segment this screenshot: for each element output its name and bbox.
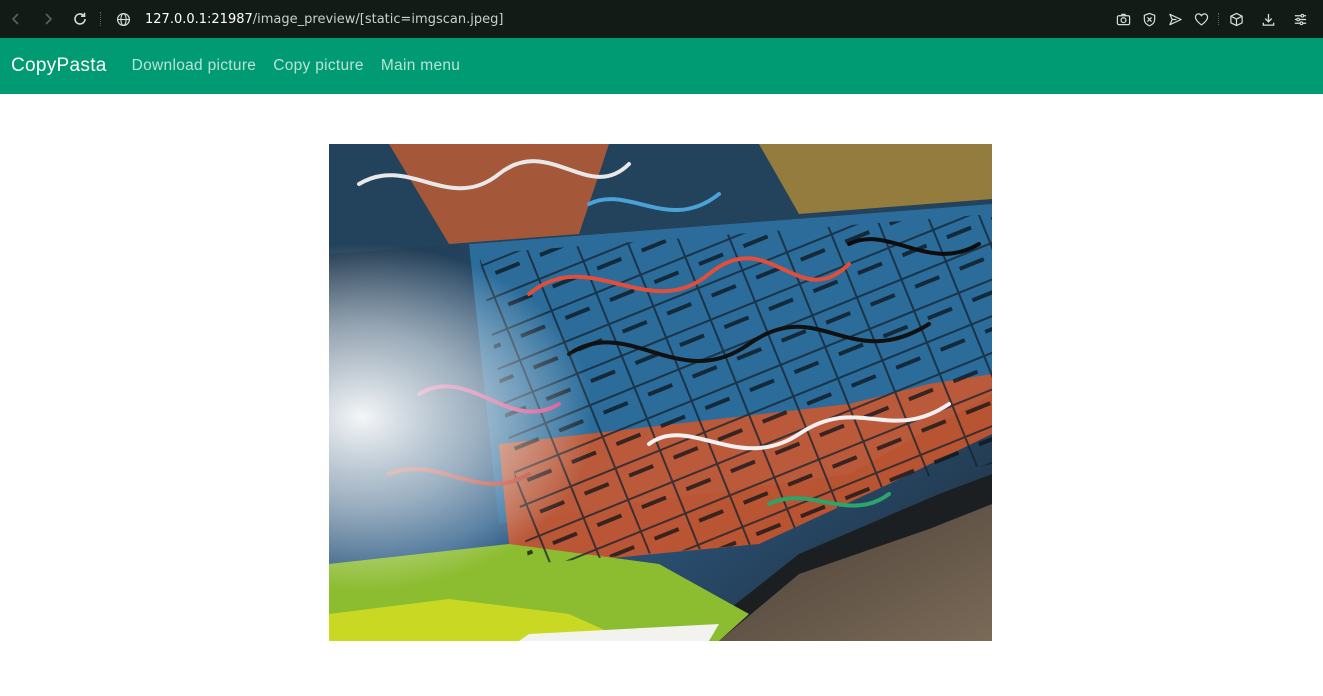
send-button[interactable] <box>1162 0 1188 38</box>
copy-picture-link[interactable]: Copy picture <box>273 57 364 75</box>
cube-icon <box>1229 12 1243 26</box>
address-bar[interactable]: 127.0.0.1:21987/image_preview/[static=im… <box>145 12 503 27</box>
extensions-button[interactable] <box>1223 0 1249 38</box>
camera-icon <box>1116 13 1130 25</box>
downloads-button[interactable] <box>1255 0 1281 38</box>
graffiti-mailboxes-photo <box>329 144 992 641</box>
browser-menu-button[interactable] <box>1287 0 1313 38</box>
screenshot-button[interactable] <box>1110 0 1136 38</box>
reload-button[interactable] <box>64 0 96 38</box>
image-preview <box>329 144 992 641</box>
browser-toolbar: 127.0.0.1:21987/image_preview/[static=im… <box>0 0 1323 38</box>
menu-icon <box>1294 13 1306 25</box>
heart-icon <box>1194 12 1208 26</box>
reload-icon <box>74 12 86 25</box>
forward-button[interactable] <box>32 0 64 38</box>
main-menu-link[interactable]: Main menu <box>381 57 460 75</box>
toolbar-divider <box>1218 13 1219 25</box>
globe-icon <box>116 12 130 26</box>
download-picture-link[interactable]: Download picture <box>132 57 257 75</box>
forward-icon <box>45 13 53 25</box>
adblock-button[interactable] <box>1136 0 1162 38</box>
site-info-button[interactable] <box>109 0 137 38</box>
brand-logo[interactable]: CopyPasta <box>11 55 107 77</box>
url-host: 127.0.0.1:21987 <box>145 11 253 27</box>
back-icon <box>11 13 19 25</box>
url-path: /image_preview/[static=imgscan.jpeg] <box>252 11 504 27</box>
app-navbar: CopyPasta Download picture Copy picture … <box>0 38 1323 94</box>
send-icon <box>1168 13 1182 25</box>
shield-icon <box>1143 12 1155 27</box>
toolbar-divider <box>100 12 101 26</box>
download-icon <box>1262 13 1274 26</box>
favorite-button[interactable] <box>1188 0 1214 38</box>
back-button[interactable] <box>0 0 32 38</box>
